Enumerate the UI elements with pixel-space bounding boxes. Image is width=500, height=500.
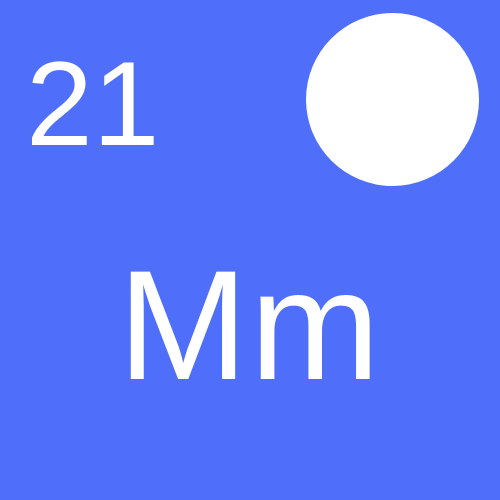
element-symbol: Mm [118, 239, 382, 413]
circle-marker-icon [306, 13, 479, 186]
atomic-number: 21 [26, 37, 160, 171]
element-tile: 21 Mm [0, 0, 500, 500]
